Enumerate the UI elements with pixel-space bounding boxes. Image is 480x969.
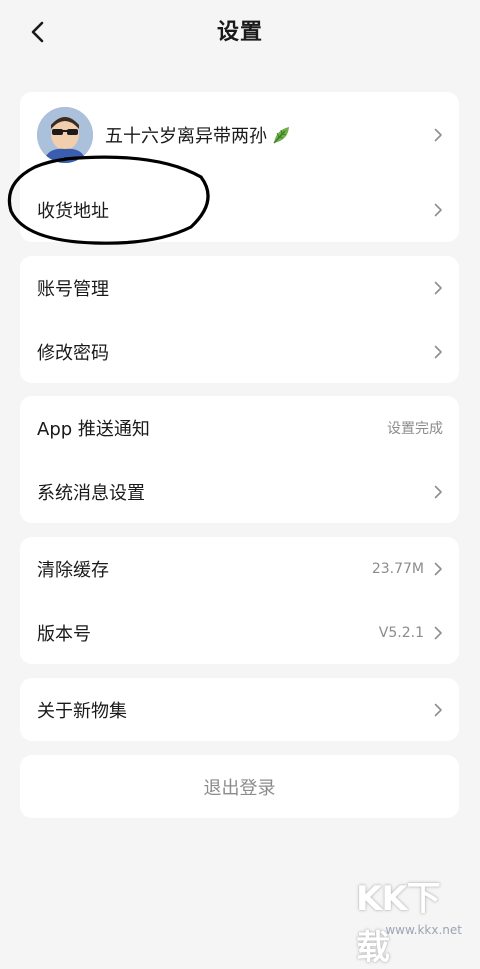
account-card: 账号管理 修改密码 (20, 256, 459, 383)
profile-nickname: 五十六岁离异带两孙 (105, 125, 267, 147)
about-card: 关于新物集 (20, 678, 459, 741)
row-label: 版本号 (37, 623, 91, 645)
row-app-push-notification[interactable]: App 推送通知 设置完成 (20, 396, 459, 460)
row-shipping-address[interactable]: 收货地址 (20, 177, 459, 242)
row-clear-cache[interactable]: 清除缓存 23.77M (20, 537, 459, 601)
chevron-right-icon (434, 626, 442, 639)
avatar (37, 106, 93, 163)
row-label: 修改密码 (37, 342, 109, 364)
page-title: 设置 (216, 20, 263, 45)
profile-row[interactable]: 五十六岁离异带两孙 (20, 92, 459, 177)
row-value: V5.2.1 (378, 624, 424, 641)
row-value: 23.77M (371, 561, 424, 577)
row-value: 设置完成 (387, 421, 443, 437)
row-version[interactable]: 版本号 V5.2.1 (20, 601, 459, 664)
chevron-right-icon (434, 203, 442, 216)
row-change-password[interactable]: 修改密码 (20, 320, 459, 383)
chevron-right-icon (434, 562, 442, 576)
watermark: KK下载 www.kkx.net (356, 871, 466, 968)
watermark-logo: KK下载 (356, 879, 441, 968)
row-system-message-settings[interactable]: 系统消息设置 (20, 460, 459, 523)
leaf-icon (273, 126, 289, 143)
logout-button[interactable]: 退出登录 (20, 755, 459, 818)
chevron-right-icon (434, 281, 442, 295)
row-label: 账号管理 (37, 279, 109, 300)
nav-bar: 设置 (0, 0, 480, 62)
row-label: 关于新物集 (37, 700, 127, 722)
row-label: 系统消息设置 (37, 482, 145, 504)
profile-card: 五十六岁离异带两孙 收货地址 (20, 92, 459, 242)
row-account-management[interactable]: 账号管理 (20, 256, 459, 320)
watermark-url: www.kkx.net (385, 923, 462, 937)
chevron-right-icon (434, 345, 442, 358)
chevron-right-icon (434, 703, 442, 716)
chevron-right-icon (434, 128, 442, 141)
chevron-right-icon (434, 485, 442, 498)
storage-card: 清除缓存 23.77M 版本号 V5.2.1 (20, 537, 459, 664)
notifications-card: App 推送通知 设置完成 系统消息设置 (20, 396, 459, 523)
row-label: 收货地址 (37, 200, 109, 222)
row-label: 清除缓存 (37, 560, 109, 581)
row-label: App 推送通知 (37, 419, 150, 440)
row-about[interactable]: 关于新物集 (20, 678, 459, 741)
logout-label: 退出登录 (203, 777, 276, 799)
